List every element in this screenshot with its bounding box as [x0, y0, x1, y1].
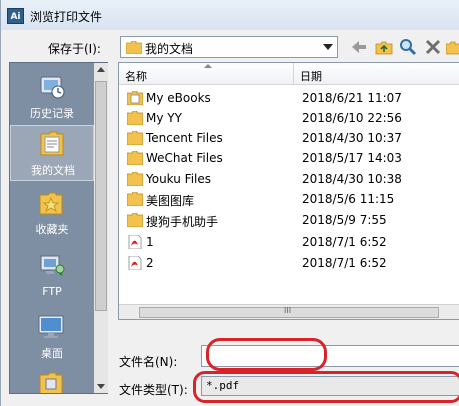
- save-in-value: 我的文档: [145, 42, 194, 56]
- browse-print-file-dialog: Ai 浏览打印文件 保存于(I): 我的文档 历史记录 我的文档 收藏夹 FTP…: [0, 0, 459, 406]
- places-bar: 历史记录 我的文档 收藏夹 FTP 桌面: [9, 62, 108, 394]
- file-date: 2018/5/6 11:15: [302, 192, 395, 206]
- place-my-documents[interactable]: 我的文档: [10, 125, 94, 181]
- scroll-thumb[interactable]: [95, 81, 107, 311]
- file-name: My eBooks: [146, 91, 211, 105]
- up-folder-icon[interactable]: [374, 37, 394, 57]
- place-more[interactable]: [10, 367, 94, 393]
- horizontal-scrollbar[interactable]: III: [119, 304, 459, 319]
- window-title: 浏览打印文件: [30, 10, 103, 24]
- search-icon[interactable]: [398, 37, 418, 57]
- folder-icon: [126, 110, 144, 126]
- sort-ascending-icon: [204, 64, 212, 68]
- folder-icon: [126, 130, 144, 146]
- file-name: Tencent Files: [146, 131, 223, 145]
- list-item[interactable]: Tencent Files 2018/4/30 10:37: [119, 128, 459, 148]
- file-date: 2018/4/30 10:37: [302, 131, 402, 145]
- column-divider[interactable]: [293, 63, 294, 85]
- chevron-down-icon[interactable]: [323, 44, 333, 50]
- places-list: 历史记录 我的文档 收藏夹 FTP 桌面: [10, 63, 94, 393]
- file-name: 搜狗手机助手: [146, 215, 219, 229]
- highlight-circle-file-type: [193, 371, 459, 403]
- place-favorites[interactable]: 收藏夹: [10, 185, 94, 241]
- file-name: 1: [146, 235, 154, 249]
- list-item[interactable]: 搜狗手机助手 2018/5/9 7:55: [119, 210, 459, 230]
- list-item[interactable]: 2 2018/7/1 6:52: [119, 253, 459, 273]
- file-name: 美图图库: [146, 194, 195, 208]
- folder-icon: [125, 40, 143, 57]
- file-list: 名称 日期 My eBooks 2018/6/21 11:07 My YY 20…: [118, 62, 459, 320]
- file-date: 2018/7/1 6:52: [302, 235, 387, 249]
- delete-icon[interactable]: [423, 37, 443, 57]
- list-item[interactable]: WeChat Files 2018/5/17 14:03: [119, 148, 459, 168]
- place-ftp[interactable]: FTP: [10, 249, 94, 305]
- ftp-icon: [36, 251, 66, 281]
- file-name: My YY: [146, 111, 182, 125]
- save-in-dropdown[interactable]: 我的文档: [120, 36, 338, 58]
- highlight-circle-file-name: [206, 338, 327, 371]
- place-label: 历史记录: [30, 107, 74, 120]
- list-item[interactable]: My YY 2018/6/10 22:56: [119, 108, 459, 128]
- folder-icon: [126, 212, 144, 228]
- file-date: 2018/6/10 22:56: [302, 111, 402, 125]
- list-item[interactable]: 美图图库 2018/5/6 11:15: [119, 189, 459, 209]
- scroll-up-icon[interactable]: [97, 67, 105, 72]
- folder-star-icon: [36, 369, 66, 393]
- file-date: 2018/7/1 6:52: [302, 256, 387, 270]
- file-name: WeChat Files: [146, 151, 223, 165]
- scroll-grip: III: [284, 306, 292, 315]
- my-documents-icon: [37, 128, 67, 158]
- desktop-icon: [36, 311, 66, 341]
- place-label: FTP: [42, 285, 62, 298]
- file-name: Youku Files: [146, 172, 212, 186]
- list-item[interactable]: My eBooks 2018/6/21 11:07: [119, 88, 459, 108]
- place-label: 桌面: [41, 347, 63, 360]
- pdf-icon: [127, 255, 143, 271]
- pdf-icon: [127, 234, 143, 250]
- column-header-name[interactable]: 名称: [125, 68, 147, 84]
- folder-icon: [126, 191, 144, 207]
- favorites-icon: [36, 187, 66, 217]
- save-in-label: 保存于(I):: [48, 42, 101, 56]
- file-type-label: 文件类型(T):: [119, 383, 188, 397]
- file-name: 2: [146, 256, 154, 270]
- place-history[interactable]: 历史记录: [10, 69, 94, 125]
- file-date: 2018/5/9 7:55: [302, 213, 387, 227]
- place-label: 我的文档: [31, 164, 75, 177]
- file-date: 2018/4/30 10:38: [302, 172, 402, 186]
- list-item[interactable]: 1 2018/7/1 6:52: [119, 232, 459, 252]
- places-scrollbar[interactable]: [94, 63, 108, 393]
- folder-icon: [126, 150, 144, 166]
- column-header-date[interactable]: 日期: [300, 68, 322, 84]
- title-bar: Ai 浏览打印文件: [1, 0, 459, 30]
- file-date: 2018/6/21 11:07: [302, 91, 402, 105]
- list-header: 名称 日期: [119, 63, 459, 85]
- place-label: 收藏夹: [35, 223, 69, 236]
- file-name-label: 文件名(N):: [119, 355, 178, 369]
- list-item[interactable]: Youku Files 2018/4/30 10:38: [119, 169, 459, 189]
- folder-icon: [126, 171, 144, 187]
- history-icon: [36, 71, 66, 101]
- new-folder-icon[interactable]: [446, 37, 459, 57]
- special-folder-icon: [126, 90, 144, 106]
- file-date: 2018/5/17 14:03: [302, 151, 402, 165]
- app-icon: Ai: [7, 8, 24, 24]
- scroll-down-icon[interactable]: [97, 384, 105, 389]
- place-desktop[interactable]: 桌面: [10, 309, 94, 365]
- back-icon[interactable]: [349, 37, 369, 57]
